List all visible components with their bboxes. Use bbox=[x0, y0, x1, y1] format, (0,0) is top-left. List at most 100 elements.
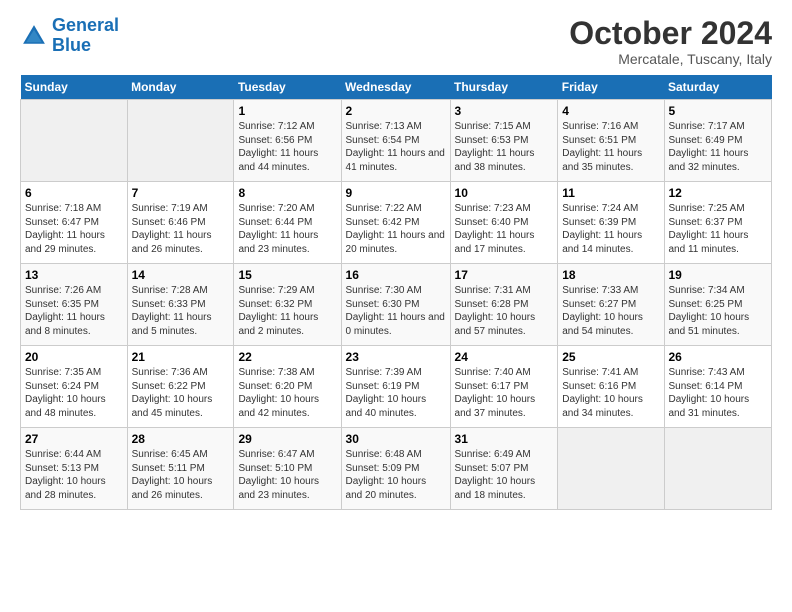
col-thursday: Thursday bbox=[450, 75, 558, 100]
day-detail: Sunrise: 7:20 AMSunset: 6:44 PMDaylight:… bbox=[238, 202, 336, 256]
day-detail: Sunrise: 7:16 AMSunset: 6:51 PMDaylight:… bbox=[562, 120, 659, 174]
day-number: 17 bbox=[455, 268, 554, 282]
day-number: 2 bbox=[346, 104, 446, 118]
day-cell: 24Sunrise: 7:40 AMSunset: 6:17 PMDayligh… bbox=[450, 346, 558, 428]
day-cell: 6 Sunrise: 7:18 AMSunset: 6:47 PMDaylight… bbox=[21, 182, 128, 264]
col-tuesday: Tuesday bbox=[234, 75, 341, 100]
day-cell: 1Sunrise: 7:12 AMSunset: 6:56 PMDaylight… bbox=[234, 100, 341, 182]
day-number: 10 bbox=[455, 186, 554, 200]
day-cell: 5 Sunrise: 7:17 AMSunset: 6:49 PMDaylight… bbox=[664, 100, 772, 182]
month-title: October 2024 bbox=[569, 16, 772, 51]
day-detail: Sunrise: 6:47 AMSunset: 5:10 PMDaylight:… bbox=[238, 448, 336, 502]
week-row-5: 27 Sunrise: 6:44 AMSunset: 5:13 PMDayligh… bbox=[21, 428, 772, 510]
day-detail: Sunrise: 7:33 AMSunset: 6:27 PMDaylight:… bbox=[562, 284, 659, 338]
day-detail: Sunrise: 7:13 AMSunset: 6:54 PMDaylight:… bbox=[346, 120, 446, 174]
day-number: 1 bbox=[238, 104, 336, 118]
day-number: 28 bbox=[132, 432, 230, 446]
day-detail: Sunrise: 7:19 AMSunset: 6:46 PMDaylight:… bbox=[132, 202, 230, 256]
day-number: 31 bbox=[455, 432, 554, 446]
title-block: October 2024 Mercatale, Tuscany, Italy bbox=[569, 16, 772, 67]
day-cell: 20 Sunrise: 7:35 AMSunset: 6:24 PMDayligh… bbox=[21, 346, 128, 428]
day-cell: 19 Sunrise: 7:34 AMSunset: 6:25 PMDayligh… bbox=[664, 264, 772, 346]
day-cell: 31 Sunrise: 6:49 AMSunset: 5:07 PMDayligh… bbox=[450, 428, 558, 510]
day-cell: 18 Sunrise: 7:33 AMSunset: 6:27 PMDayligh… bbox=[558, 264, 664, 346]
day-number: 14 bbox=[132, 268, 230, 282]
day-cell: 30 Sunrise: 6:48 AMSunset: 5:09 PMDayligh… bbox=[341, 428, 450, 510]
week-row-2: 6 Sunrise: 7:18 AMSunset: 6:47 PMDaylight… bbox=[21, 182, 772, 264]
day-cell bbox=[127, 100, 234, 182]
day-number: 8 bbox=[238, 186, 336, 200]
week-row-3: 13Sunrise: 7:26 AMSunset: 6:35 PMDayligh… bbox=[21, 264, 772, 346]
day-detail: Sunrise: 7:24 AMSunset: 6:39 PMDaylight:… bbox=[562, 202, 659, 256]
day-detail: Sunrise: 7:38 AMSunset: 6:20 PMDaylight:… bbox=[238, 366, 336, 420]
day-detail: Sunrise: 7:31 AMSunset: 6:28 PMDaylight:… bbox=[455, 284, 554, 338]
day-number: 15 bbox=[238, 268, 336, 282]
day-cell: 29 Sunrise: 6:47 AMSunset: 5:10 PMDayligh… bbox=[234, 428, 341, 510]
week-row-1: 1Sunrise: 7:12 AMSunset: 6:56 PMDaylight… bbox=[21, 100, 772, 182]
day-detail: Sunrise: 7:43 AMSunset: 6:14 PMDaylight:… bbox=[669, 366, 768, 420]
day-cell: 21Sunrise: 7:36 AMSunset: 6:22 PMDayligh… bbox=[127, 346, 234, 428]
day-number: 13 bbox=[25, 268, 123, 282]
day-cell: 23 Sunrise: 7:39 AMSunset: 6:19 PMDayligh… bbox=[341, 346, 450, 428]
day-cell: 7Sunrise: 7:19 AMSunset: 6:46 PMDaylight… bbox=[127, 182, 234, 264]
day-number: 5 bbox=[669, 104, 768, 118]
day-cell: 12Sunrise: 7:25 AMSunset: 6:37 PMDayligh… bbox=[664, 182, 772, 264]
day-number: 6 bbox=[25, 186, 123, 200]
day-cell: 16Sunrise: 7:30 AMSunset: 6:30 PMDayligh… bbox=[341, 264, 450, 346]
day-cell bbox=[664, 428, 772, 510]
day-detail: Sunrise: 7:18 AMSunset: 6:47 PMDaylight:… bbox=[25, 202, 123, 256]
day-detail: Sunrise: 6:44 AMSunset: 5:13 PMDaylight:… bbox=[25, 448, 123, 502]
col-saturday: Saturday bbox=[664, 75, 772, 100]
day-detail: Sunrise: 7:39 AMSunset: 6:19 PMDaylight:… bbox=[346, 366, 446, 420]
day-cell: 25Sunrise: 7:41 AMSunset: 6:16 PMDayligh… bbox=[558, 346, 664, 428]
day-cell: 13Sunrise: 7:26 AMSunset: 6:35 PMDayligh… bbox=[21, 264, 128, 346]
day-number: 30 bbox=[346, 432, 446, 446]
day-number: 4 bbox=[562, 104, 659, 118]
day-number: 20 bbox=[25, 350, 123, 364]
day-number: 18 bbox=[562, 268, 659, 282]
day-detail: Sunrise: 6:49 AMSunset: 5:07 PMDaylight:… bbox=[455, 448, 554, 502]
day-cell: 8 Sunrise: 7:20 AMSunset: 6:44 PMDaylight… bbox=[234, 182, 341, 264]
day-number: 29 bbox=[238, 432, 336, 446]
day-cell: 22 Sunrise: 7:38 AMSunset: 6:20 PMDayligh… bbox=[234, 346, 341, 428]
day-number: 16 bbox=[346, 268, 446, 282]
day-detail: Sunrise: 7:17 AMSunset: 6:49 PMDaylight:… bbox=[669, 120, 768, 174]
day-cell: 3 Sunrise: 7:15 AMSunset: 6:53 PMDaylight… bbox=[450, 100, 558, 182]
col-sunday: Sunday bbox=[21, 75, 128, 100]
day-detail: Sunrise: 7:34 AMSunset: 6:25 PMDaylight:… bbox=[669, 284, 768, 338]
day-detail: Sunrise: 7:40 AMSunset: 6:17 PMDaylight:… bbox=[455, 366, 554, 420]
day-cell bbox=[21, 100, 128, 182]
logo-line1: General bbox=[52, 15, 119, 35]
day-cell: 26 Sunrise: 7:43 AMSunset: 6:14 PMDayligh… bbox=[664, 346, 772, 428]
day-detail: Sunrise: 6:48 AMSunset: 5:09 PMDaylight:… bbox=[346, 448, 446, 502]
col-monday: Monday bbox=[127, 75, 234, 100]
day-number: 23 bbox=[346, 350, 446, 364]
day-number: 11 bbox=[562, 186, 659, 200]
logo: General Blue bbox=[20, 16, 119, 56]
day-number: 22 bbox=[238, 350, 336, 364]
day-number: 12 bbox=[669, 186, 768, 200]
day-number: 3 bbox=[455, 104, 554, 118]
day-cell: 28Sunrise: 6:45 AMSunset: 5:11 PMDayligh… bbox=[127, 428, 234, 510]
day-detail: Sunrise: 7:22 AMSunset: 6:42 PMDaylight:… bbox=[346, 202, 446, 256]
day-number: 26 bbox=[669, 350, 768, 364]
day-number: 19 bbox=[669, 268, 768, 282]
day-detail: Sunrise: 7:28 AMSunset: 6:33 PMDaylight:… bbox=[132, 284, 230, 338]
day-cell: 2 Sunrise: 7:13 AMSunset: 6:54 PMDaylight… bbox=[341, 100, 450, 182]
day-cell: 4 Sunrise: 7:16 AMSunset: 6:51 PMDaylight… bbox=[558, 100, 664, 182]
day-cell: 9Sunrise: 7:22 AMSunset: 6:42 PMDaylight… bbox=[341, 182, 450, 264]
col-wednesday: Wednesday bbox=[341, 75, 450, 100]
day-detail: Sunrise: 7:23 AMSunset: 6:40 PMDaylight:… bbox=[455, 202, 554, 256]
logo-line2: Blue bbox=[52, 35, 91, 55]
day-cell: 11 Sunrise: 7:24 AMSunset: 6:39 PMDayligh… bbox=[558, 182, 664, 264]
col-friday: Friday bbox=[558, 75, 664, 100]
day-cell bbox=[558, 428, 664, 510]
calendar-table: Sunday Monday Tuesday Wednesday Thursday… bbox=[20, 75, 772, 510]
day-cell: 17 Sunrise: 7:31 AMSunset: 6:28 PMDayligh… bbox=[450, 264, 558, 346]
day-detail: Sunrise: 7:15 AMSunset: 6:53 PMDaylight:… bbox=[455, 120, 554, 174]
day-cell: 15Sunrise: 7:29 AMSunset: 6:32 PMDayligh… bbox=[234, 264, 341, 346]
header-row: Sunday Monday Tuesday Wednesday Thursday… bbox=[21, 75, 772, 100]
header: General Blue October 2024 Mercatale, Tus… bbox=[20, 16, 772, 67]
day-detail: Sunrise: 7:35 AMSunset: 6:24 PMDaylight:… bbox=[25, 366, 123, 420]
day-number: 27 bbox=[25, 432, 123, 446]
